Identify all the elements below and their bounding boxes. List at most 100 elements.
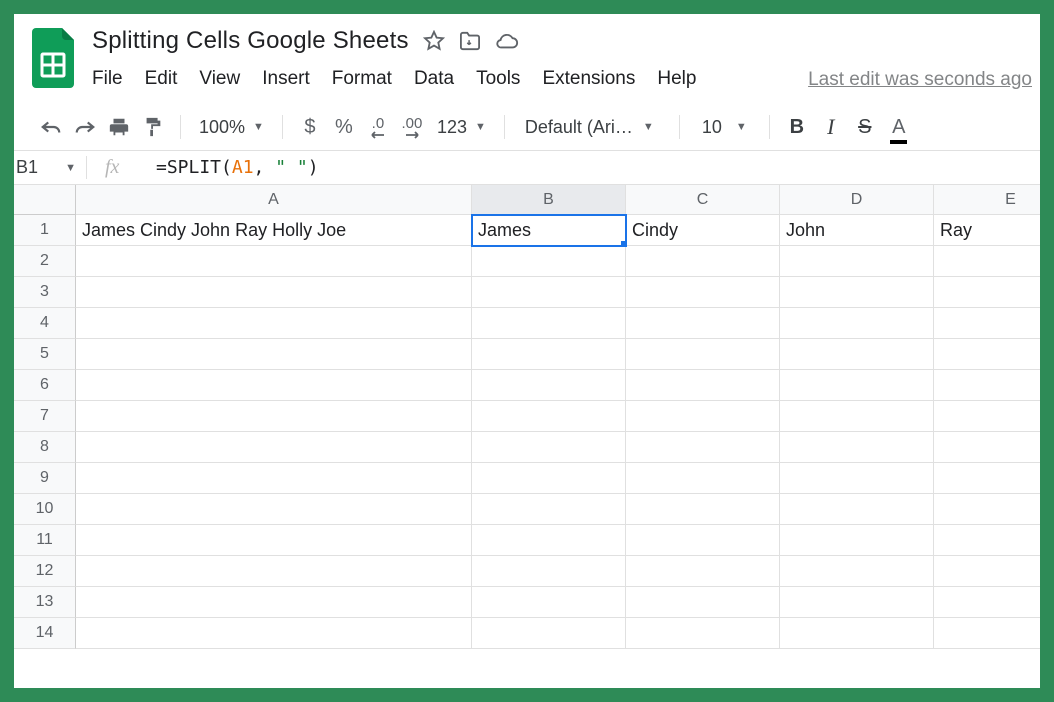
cell-e2[interactable] [934, 246, 1040, 277]
strikethrough-button[interactable]: S [850, 112, 880, 142]
font-select[interactable]: Default (Ari… ▼ [517, 117, 667, 138]
format-percent-button[interactable]: % [329, 112, 359, 142]
cell-e5[interactable] [934, 339, 1040, 370]
cell-b8[interactable] [472, 432, 626, 463]
last-edit-link[interactable]: Last edit was seconds ago [808, 69, 1032, 91]
row-head-7[interactable]: 7 [14, 401, 76, 432]
formula-input[interactable]: =SPLIT(A1, " ") [144, 157, 1040, 178]
redo-button[interactable] [70, 112, 100, 142]
cell-b10[interactable] [472, 494, 626, 525]
bold-button[interactable]: B [782, 112, 812, 142]
cell-b1[interactable]: James [472, 215, 626, 246]
cloud-status-icon[interactable] [495, 32, 519, 50]
cell-a4[interactable] [76, 308, 472, 339]
row-head-5[interactable]: 5 [14, 339, 76, 370]
cell-e3[interactable] [934, 277, 1040, 308]
menu-view[interactable]: View [199, 64, 252, 96]
cell-c14[interactable] [626, 618, 780, 649]
cell-d13[interactable] [780, 587, 934, 618]
cell-c8[interactable] [626, 432, 780, 463]
menu-tools[interactable]: Tools [476, 64, 532, 96]
row-head-14[interactable]: 14 [14, 618, 76, 649]
zoom-select[interactable]: 100% ▼ [193, 117, 270, 138]
cell-c13[interactable] [626, 587, 780, 618]
menu-help[interactable]: Help [657, 64, 708, 96]
increase-decimal-button[interactable]: .00 [397, 112, 427, 142]
cell-c6[interactable] [626, 370, 780, 401]
cell-d8[interactable] [780, 432, 934, 463]
cell-b4[interactable] [472, 308, 626, 339]
star-icon[interactable] [423, 30, 445, 52]
move-folder-icon[interactable] [459, 31, 481, 51]
cell-e4[interactable] [934, 308, 1040, 339]
cell-e13[interactable] [934, 587, 1040, 618]
row-head-2[interactable]: 2 [14, 246, 76, 277]
more-formats-button[interactable]: 123 ▼ [431, 117, 492, 138]
col-head-b[interactable]: B [472, 185, 626, 215]
cell-d2[interactable] [780, 246, 934, 277]
cell-b6[interactable] [472, 370, 626, 401]
row-head-1[interactable]: 1 [14, 215, 76, 246]
cell-e6[interactable] [934, 370, 1040, 401]
paint-format-button[interactable] [138, 112, 168, 142]
italic-button[interactable]: I [816, 112, 846, 142]
cell-e7[interactable] [934, 401, 1040, 432]
doc-title[interactable]: Splitting Cells Google Sheets [92, 27, 409, 55]
cell-c10[interactable] [626, 494, 780, 525]
cell-d5[interactable] [780, 339, 934, 370]
cell-c1[interactable]: Cindy [626, 215, 780, 246]
cell-a5[interactable] [76, 339, 472, 370]
col-head-c[interactable]: C [626, 185, 780, 215]
cell-d7[interactable] [780, 401, 934, 432]
cell-a2[interactable] [76, 246, 472, 277]
cell-b2[interactable] [472, 246, 626, 277]
menu-file[interactable]: File [92, 64, 135, 96]
menu-edit[interactable]: Edit [145, 64, 190, 96]
cell-b12[interactable] [472, 556, 626, 587]
cell-d1[interactable]: John [780, 215, 934, 246]
cell-e11[interactable] [934, 525, 1040, 556]
cell-a6[interactable] [76, 370, 472, 401]
cell-b13[interactable] [472, 587, 626, 618]
menu-extensions[interactable]: Extensions [542, 64, 647, 96]
cell-a10[interactable] [76, 494, 472, 525]
row-head-6[interactable]: 6 [14, 370, 76, 401]
row-head-8[interactable]: 8 [14, 432, 76, 463]
cell-a14[interactable] [76, 618, 472, 649]
row-head-11[interactable]: 11 [14, 525, 76, 556]
cell-c7[interactable] [626, 401, 780, 432]
cell-e9[interactable] [934, 463, 1040, 494]
cell-e14[interactable] [934, 618, 1040, 649]
cell-e12[interactable] [934, 556, 1040, 587]
row-head-10[interactable]: 10 [14, 494, 76, 525]
cell-a1[interactable]: James Cindy John Ray Holly Joe [76, 215, 472, 246]
cell-b9[interactable] [472, 463, 626, 494]
cell-e10[interactable] [934, 494, 1040, 525]
text-color-button[interactable]: A [884, 112, 914, 142]
cell-d12[interactable] [780, 556, 934, 587]
cell-b5[interactable] [472, 339, 626, 370]
row-head-9[interactable]: 9 [14, 463, 76, 494]
cell-c12[interactable] [626, 556, 780, 587]
cell-c5[interactable] [626, 339, 780, 370]
cell-d9[interactable] [780, 463, 934, 494]
name-box[interactable]: B1 ▼ [14, 157, 86, 178]
col-head-a[interactable]: A [76, 185, 472, 215]
row-head-13[interactable]: 13 [14, 587, 76, 618]
cell-e8[interactable] [934, 432, 1040, 463]
row-head-4[interactable]: 4 [14, 308, 76, 339]
col-head-e[interactable]: E [934, 185, 1040, 215]
cell-d6[interactable] [780, 370, 934, 401]
cell-a9[interactable] [76, 463, 472, 494]
cell-c11[interactable] [626, 525, 780, 556]
cell-c3[interactable] [626, 277, 780, 308]
cell-c4[interactable] [626, 308, 780, 339]
cell-d11[interactable] [780, 525, 934, 556]
cell-a3[interactable] [76, 277, 472, 308]
cell-a13[interactable] [76, 587, 472, 618]
select-all-corner[interactable] [14, 185, 76, 215]
decrease-decimal-button[interactable]: .0 [363, 112, 393, 142]
cell-d14[interactable] [780, 618, 934, 649]
cell-b14[interactable] [472, 618, 626, 649]
cell-b11[interactable] [472, 525, 626, 556]
